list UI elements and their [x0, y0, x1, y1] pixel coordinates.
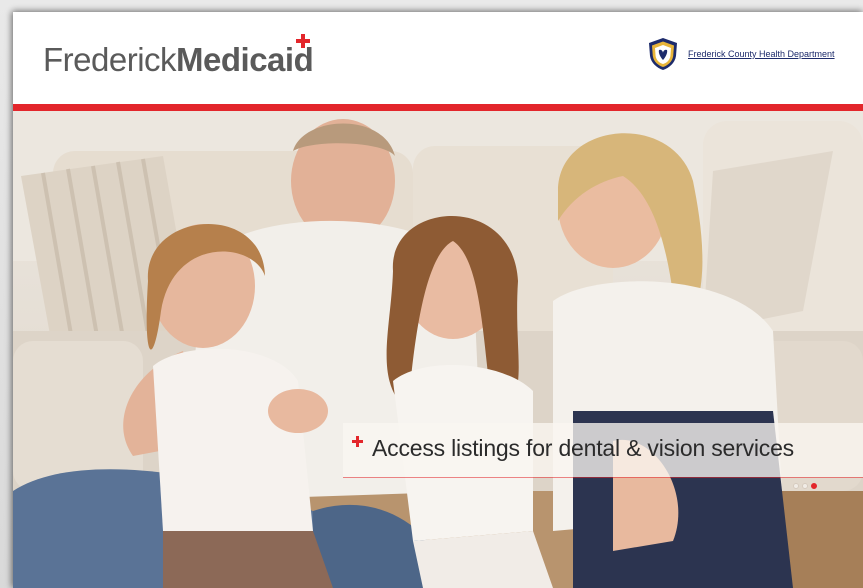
logo-text-frederick: Frederick: [43, 41, 177, 78]
browser-frame: FrederickMedicaid Frederick County Healt…: [0, 0, 863, 588]
red-cross-icon: [296, 34, 310, 48]
site-logo[interactable]: FrederickMedicaid: [43, 40, 314, 80]
carousel-dots: [793, 483, 817, 489]
hero-family-photo: [13, 111, 863, 588]
site-header: FrederickMedicaid Frederick County Healt…: [13, 12, 863, 104]
carousel-dot-3-active[interactable]: [811, 483, 817, 489]
carousel-dot-2[interactable]: [802, 483, 808, 489]
carousel-caption-text[interactable]: Access listings for dental & vision serv…: [372, 435, 794, 462]
red-cross-icon: [352, 436, 363, 447]
carousel-caption: Access listings for dental & vision serv…: [343, 423, 863, 477]
health-department-link[interactable]: Frederick County Health Department: [688, 49, 835, 59]
hero-carousel: Access listings for dental & vision serv…: [13, 111, 863, 588]
logo-text-medicaid: Medicaid: [176, 41, 314, 78]
department-block: Frederick County Health Department: [645, 36, 835, 72]
county-seal-icon: [649, 38, 677, 70]
web-page: FrederickMedicaid Frederick County Healt…: [13, 12, 863, 588]
caption-underline: [343, 477, 863, 478]
carousel-dot-1[interactable]: [793, 483, 799, 489]
header-red-bar: [13, 104, 863, 111]
